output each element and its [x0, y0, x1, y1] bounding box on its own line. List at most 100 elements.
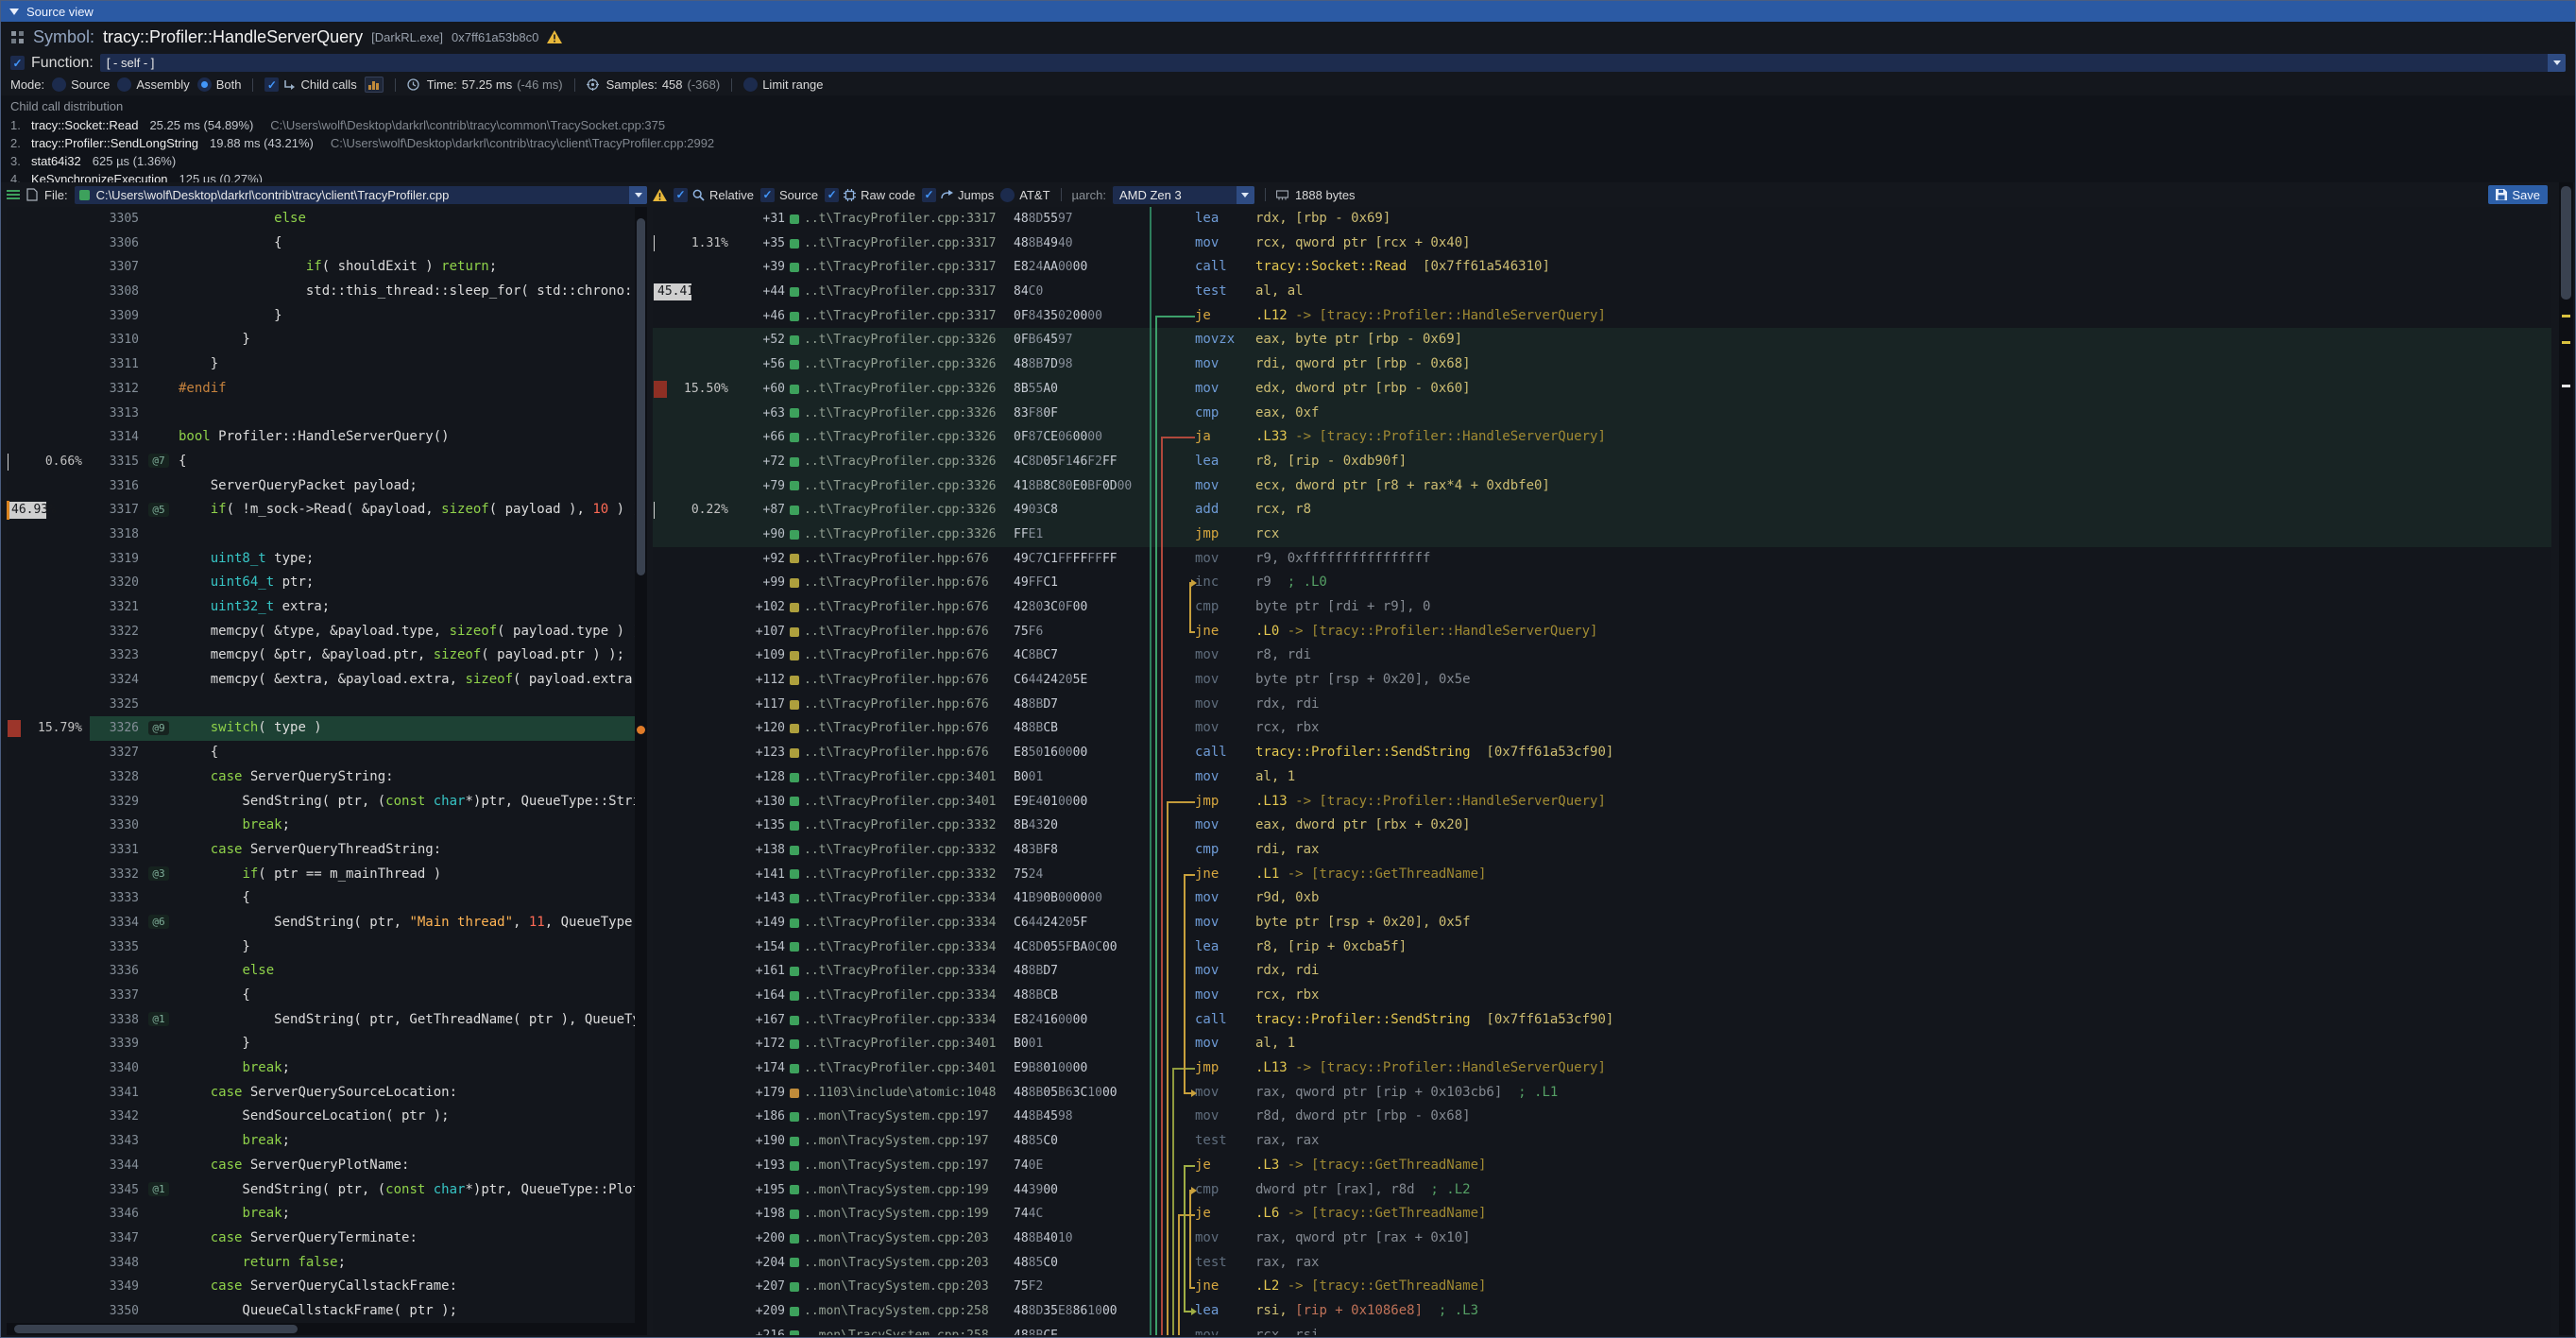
source-line[interactable]: 3333 {	[7, 886, 635, 911]
asm-row[interactable]: +99..t\TracyProfiler.hpp:67649FFC1incr9 …	[653, 571, 2551, 595]
source-line[interactable]: 3313	[7, 402, 635, 426]
asm-row[interactable]: +216..mon\TracySystem.cpp:258488BCEmovrc…	[653, 1324, 2551, 1335]
source-vertical-scrollbar[interactable]	[635, 207, 647, 1323]
asm-row[interactable]: +102..t\TracyProfiler.hpp:67642803C0F00c…	[653, 595, 2551, 620]
asm-row[interactable]: +90..t\TracyProfiler.cpp:3326FFE1jmprcx	[653, 523, 2551, 547]
asm-row[interactable]: +164..t\TracyProfiler.cpp:3334488BCBmovr…	[653, 984, 2551, 1008]
asm-row[interactable]: +79..t\TracyProfiler.cpp:3326418B8C80E0B…	[653, 474, 2551, 499]
source-line[interactable]: 3331 case ServerQueryThreadString:	[7, 838, 635, 863]
source-line[interactable]: 0.66%3315@7{	[7, 450, 635, 474]
child-call-row[interactable]: 4.KeSynchronizeExecution125 µs (0.27%)	[10, 170, 2566, 182]
source-line[interactable]: 3345@1 SendString( ptr, (const char*)ptr…	[7, 1178, 635, 1203]
relative-checkbox[interactable]: ✓ Relative	[674, 188, 754, 202]
asm-row[interactable]: +56..t\TracyProfiler.cpp:3326488B7D98mov…	[653, 352, 2551, 377]
asm-row[interactable]: +209..mon\TracySystem.cpp:258488D35E8861…	[653, 1299, 2551, 1324]
source-line[interactable]: 3328 case ServerQueryString:	[7, 765, 635, 790]
asm-row[interactable]: +109..t\TracyProfiler.hpp:6764C8BC7movr8…	[653, 643, 2551, 668]
asm-row[interactable]: +72..t\TracyProfiler.cpp:33264C8D05F146F…	[653, 450, 2551, 474]
scrollbar-handle[interactable]	[14, 1325, 298, 1333]
asm-row[interactable]: +39..t\TracyProfiler.cpp:3317E824AA0000c…	[653, 255, 2551, 280]
mode-radio-source[interactable]: Source	[52, 77, 110, 92]
source-line[interactable]: 15.79%3326@9 switch( type )	[7, 716, 635, 741]
asm-row[interactable]: +174..t\TracyProfiler.cpp:3401E9B8010000…	[653, 1056, 2551, 1081]
uarch-combo[interactable]: AMD Zen 3	[1113, 186, 1254, 204]
asm-row[interactable]: +63..t\TracyProfiler.cpp:332683F80Fcmpea…	[653, 402, 2551, 426]
source-line[interactable]: 3321 uint32_t extra;	[7, 595, 635, 620]
source-line[interactable]: 3341 case ServerQuerySourceLocation:	[7, 1081, 635, 1106]
asm-row[interactable]: +207..mon\TracySystem.cpp:20375F2jne.L2 …	[653, 1275, 2551, 1299]
asm-row[interactable]: +204..mon\TracySystem.cpp:2034885C0testr…	[653, 1251, 2551, 1276]
asm-row[interactable]: +149..t\TracyProfiler.cpp:3334C64424205F…	[653, 911, 2551, 935]
asm-row[interactable]: 1.31%+35..t\TracyProfiler.cpp:3317488B49…	[653, 232, 2551, 256]
source-line[interactable]: 3306 {	[7, 232, 635, 256]
asm-row[interactable]: 15.50%+60..t\TracyProfiler.cpp:33268B55A…	[653, 377, 2551, 402]
source-line[interactable]: 3310 }	[7, 328, 635, 352]
source-line[interactable]: 3335 }	[7, 935, 635, 960]
asm-row[interactable]: +112..t\TracyProfiler.hpp:676C64424205Em…	[653, 668, 2551, 693]
source-line[interactable]: 3336 else	[7, 959, 635, 984]
source-line[interactable]: 3320 uint64_t ptr;	[7, 571, 635, 595]
asm-row[interactable]: +198..mon\TracySystem.cpp:199744Cje.L6 -…	[653, 1202, 2551, 1226]
limit-range-checkbox[interactable]: Limit range	[743, 77, 823, 92]
asm-row[interactable]: +128..t\TracyProfiler.cpp:3401B001moval,…	[653, 765, 2551, 790]
source-line[interactable]: 3314bool Profiler::HandleServerQuery()	[7, 425, 635, 450]
source-line[interactable]: 3340 break;	[7, 1056, 635, 1081]
source-horizontal-scrollbar[interactable]	[7, 1323, 647, 1335]
window-vertical-scrollbar[interactable]	[2559, 182, 2573, 1335]
asm-row[interactable]: 0.22%+87..t\TracyProfiler.cpp:33264903C8…	[653, 498, 2551, 523]
asm-row[interactable]: +186..mon\TracySystem.cpp:197448B4598mov…	[653, 1105, 2551, 1129]
function-checkbox[interactable]: ✓	[10, 56, 25, 70]
asm-row[interactable]: +143..t\TracyProfiler.cpp:333441B90B0000…	[653, 886, 2551, 911]
asm-row[interactable]: +135..t\TracyProfiler.cpp:33328B4320move…	[653, 814, 2551, 838]
source-line[interactable]: 3346 break;	[7, 1202, 635, 1226]
source-line[interactable]: 3343 break;	[7, 1129, 635, 1154]
file-combo[interactable]: C:\Users\wolf\Desktop\darkrl\contrib\tra…	[75, 186, 647, 204]
att-radio[interactable]: AT&T	[1000, 188, 1049, 202]
source-line[interactable]: 3327 {	[7, 741, 635, 765]
jumps-checkbox[interactable]: ✓ Jumps	[922, 188, 994, 202]
mode-radio-both[interactable]: Both	[197, 77, 242, 92]
asm-row[interactable]: +193..mon\TracySystem.cpp:197740Eje.L3 -…	[653, 1154, 2551, 1178]
source-line[interactable]: 3307 if( shouldExit ) return;	[7, 255, 635, 280]
asm-row[interactable]: +200..mon\TracySystem.cpp:203488B4010mov…	[653, 1226, 2551, 1251]
source-line[interactable]: 3347 case ServerQueryTerminate:	[7, 1226, 635, 1251]
child-calls-checkbox[interactable]: ✓ Child calls	[264, 77, 356, 92]
raw-code-checkbox[interactable]: ✓ Raw code	[825, 188, 915, 202]
asm-row[interactable]: +161..t\TracyProfiler.cpp:3334488BD7movr…	[653, 959, 2551, 984]
source-line[interactable]: 3348 return false;	[7, 1251, 635, 1276]
scrollbar-handle[interactable]	[2561, 186, 2571, 300]
asm-row[interactable]: +120..t\TracyProfiler.hpp:676488BCBmovrc…	[653, 716, 2551, 741]
source-line[interactable]: 3350 QueueCallstackFrame( ptr );	[7, 1299, 635, 1323]
asm-row[interactable]: +123..t\TracyProfiler.hpp:676E850160000c…	[653, 741, 2551, 765]
source-line[interactable]: 3338@1 SendString( ptr, GetThreadName( p…	[7, 1008, 635, 1033]
asm-row[interactable]: +138..t\TracyProfiler.cpp:3332483BF8cmpr…	[653, 838, 2551, 863]
source-line[interactable]: 3309 }	[7, 304, 635, 329]
window-titlebar[interactable]: Source view	[1, 1, 2575, 22]
function-combo[interactable]: [ - self - ]	[100, 54, 2566, 72]
asm-row[interactable]: 45.41%+44..t\TracyProfiler.cpp:331784C0t…	[653, 280, 2551, 304]
source-line[interactable]: 3339 }	[7, 1032, 635, 1056]
source-line[interactable]: 3323 memcpy( &ptr, &payload.ptr, sizeof(…	[7, 643, 635, 668]
source-line[interactable]: 3349 case ServerQueryCallstackFrame:	[7, 1275, 635, 1299]
source-line[interactable]: 3334@6 SendString( ptr, "Main thread", 1…	[7, 911, 635, 935]
asm-row[interactable]: +92..t\TracyProfiler.hpp:67649C7C1FFFFFF…	[653, 547, 2551, 572]
source-line[interactable]: 3329 SendString( ptr, (const char*)ptr, …	[7, 790, 635, 815]
source-line[interactable]: 3316 ServerQueryPacket payload;	[7, 474, 635, 499]
asm-row[interactable]: +167..t\TracyProfiler.cpp:3334E824160000…	[653, 1008, 2551, 1033]
child-call-row[interactable]: 2.tracy::Profiler::SendLongString19.88 m…	[10, 134, 2566, 152]
asm-row[interactable]: +117..t\TracyProfiler.hpp:676488BD7movrd…	[653, 693, 2551, 717]
source-line[interactable]: 3332@3 if( ptr == m_mainThread )	[7, 863, 635, 887]
source-line[interactable]: 3342 SendSourceLocation( ptr );	[7, 1105, 635, 1129]
asm-row[interactable]: +172..t\TracyProfiler.cpp:3401B001moval,…	[653, 1032, 2551, 1056]
collapse-icon[interactable]	[9, 9, 19, 15]
child-distribution-toggle-button[interactable]	[365, 77, 384, 93]
asm-row[interactable]: +31..t\TracyProfiler.cpp:3317488D5597lea…	[653, 207, 2551, 232]
source-line[interactable]: 3344 case ServerQueryPlotName:	[7, 1154, 635, 1178]
source-line[interactable]: 3337 {	[7, 984, 635, 1008]
source-line[interactable]: 3311 }	[7, 352, 635, 377]
source-line[interactable]: 3308 std::this_thread::sleep_for( std::c…	[7, 280, 635, 304]
source-line[interactable]: 46.93%3317@5 if( !m_sock->Read( &payload…	[7, 498, 635, 523]
source-line[interactable]: 3324 memcpy( &extra, &payload.extra, siz…	[7, 668, 635, 693]
source-line[interactable]: 3330 break;	[7, 814, 635, 838]
asm-row[interactable]: +141..t\TracyProfiler.cpp:33327524jne.L1…	[653, 863, 2551, 887]
